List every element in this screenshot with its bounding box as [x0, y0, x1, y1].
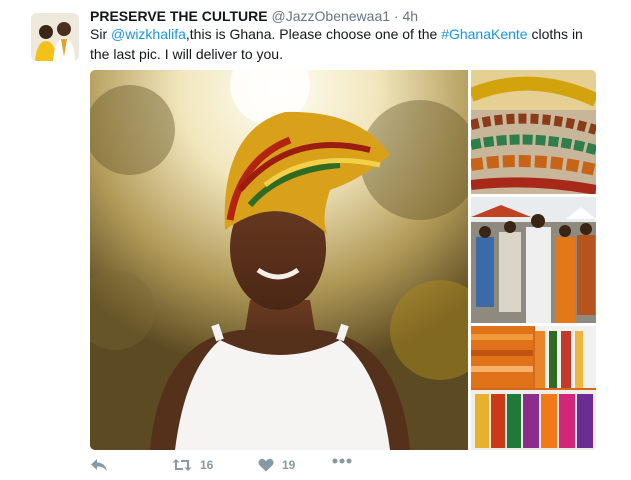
- reply-button[interactable]: [90, 458, 108, 472]
- thumbnail-crowd[interactable]: [471, 197, 596, 323]
- tweet-text-part-2: ,this is Ghana. Please choose one of the: [185, 26, 442, 42]
- thumbnail-kente-cloths[interactable]: [471, 326, 596, 450]
- more-icon: [332, 458, 352, 464]
- main-photo[interactable]: [90, 70, 468, 450]
- retweet-count: 16: [200, 458, 214, 472]
- avatar-image: [31, 13, 79, 61]
- crowd-photo: [471, 197, 596, 323]
- like-icon: [258, 458, 274, 472]
- separator-dot: ·: [393, 8, 399, 24]
- tweet-header: PRESERVE THE CULTURE @JazzObenewaa1 · 4h: [90, 7, 418, 25]
- like-count: 19: [282, 458, 296, 472]
- author-name[interactable]: PRESERVE THE CULTURE: [90, 8, 268, 24]
- tweet-text: Sir @wizkhalifa,this is Ghana. Please ch…: [90, 24, 605, 64]
- tweet-text-part-1: Sir: [90, 26, 111, 42]
- hashtag-link[interactable]: #GhanaKente: [441, 26, 527, 42]
- author-handle[interactable]: @JazzObenewaa1: [272, 8, 391, 24]
- retweet-button[interactable]: 16: [172, 458, 213, 472]
- tweet-timestamp[interactable]: 4h: [402, 8, 418, 24]
- more-button[interactable]: [332, 458, 352, 464]
- tweet-actions: 16 19: [90, 458, 390, 480]
- mention-link[interactable]: @wizkhalifa: [111, 26, 186, 42]
- kente-cloths-photo: [471, 326, 596, 450]
- like-button[interactable]: 19: [258, 458, 295, 472]
- author-avatar[interactable]: [31, 13, 79, 61]
- beads-photo: [471, 70, 596, 194]
- media-grid: [90, 70, 596, 450]
- woman-headwrap-photo: [90, 70, 468, 450]
- thumbnail-beads[interactable]: [471, 70, 596, 194]
- retweet-icon: [172, 459, 192, 471]
- reply-icon: [91, 459, 107, 471]
